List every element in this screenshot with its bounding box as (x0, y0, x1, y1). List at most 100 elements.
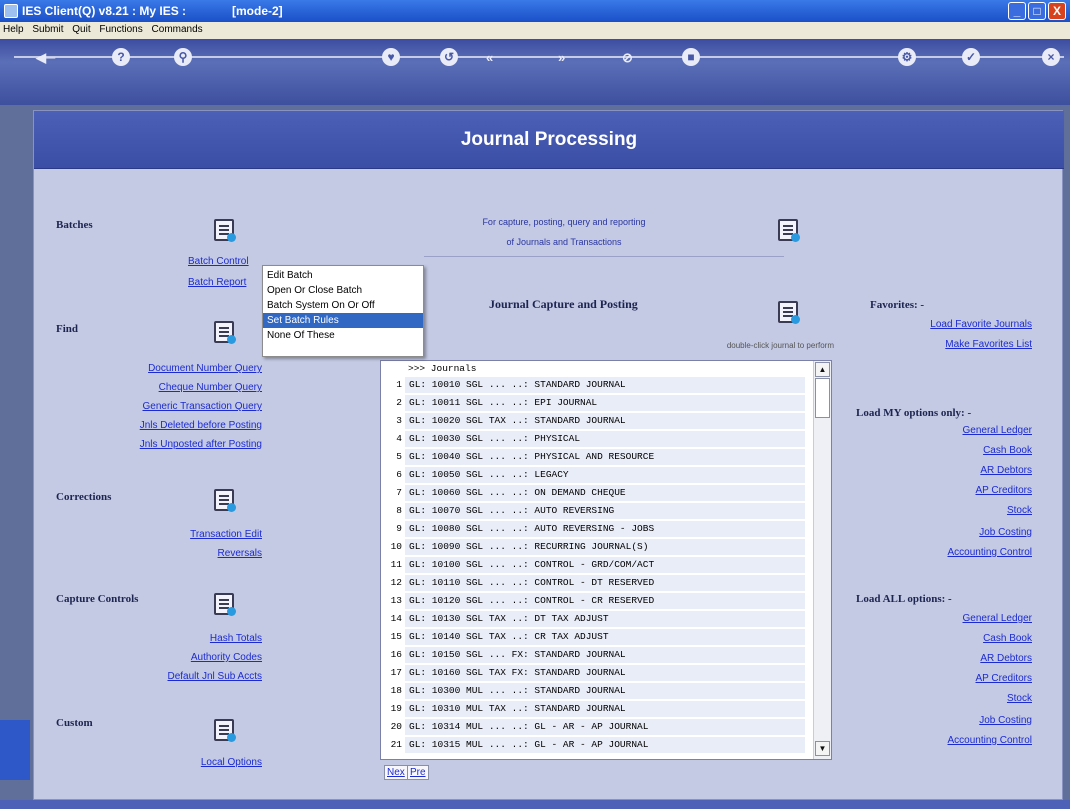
record-icon[interactable]: ■ (682, 48, 700, 66)
scroll-down-icon[interactable]: ▼ (815, 741, 830, 756)
undo-icon[interactable]: ↺ (440, 48, 458, 66)
link-generic-transaction-query[interactable]: Generic Transaction Query (143, 401, 263, 412)
journal-row[interactable]: 21 GL: 10315 MUL ... ..: GL - AR - AP JOU… (381, 737, 813, 753)
next-icon[interactable]: » (558, 50, 565, 65)
journal-row[interactable]: 4 GL: 10030 SGL ... ..: PHYSICAL (381, 431, 813, 447)
link-default-jnl-sub-accts[interactable]: Default Jnl Sub Accts (168, 671, 263, 682)
journal-row[interactable]: 12 GL: 10110 SGL ... ..: CONTROL - DT RES… (381, 575, 813, 591)
capture-controls-doc-icon[interactable] (214, 593, 236, 616)
journal-row[interactable]: 2 GL: 10011 SGL ... ..: EPI JOURNAL (381, 395, 813, 411)
link-all-stock[interactable]: Stock (1007, 693, 1032, 704)
journal-row[interactable]: 1 GL: 10010 SGL ... ..: STANDARD JOURNAL (381, 377, 813, 393)
link-all-accounting-control[interactable]: Accounting Control (948, 735, 1033, 746)
menu-commands[interactable]: Commands (149, 22, 206, 35)
link-all-job-costing[interactable]: Job Costing (979, 715, 1032, 726)
batches-doc-icon[interactable] (214, 219, 236, 242)
journal-row[interactable]: 16 GL: 10150 SGL ... FX: STANDARD JOURNAL (381, 647, 813, 663)
journal-row[interactable]: 3 GL: 10020 SGL TAX ..: STANDARD JOURNAL (381, 413, 813, 429)
journal-row[interactable]: 10 GL: 10090 SGL ... ..: RECURRING JOURNA… (381, 539, 813, 555)
link-hash-totals[interactable]: Hash Totals (210, 633, 262, 644)
prev-icon[interactable]: « (486, 50, 493, 65)
custom-doc-icon[interactable] (214, 719, 236, 742)
side-tab[interactable] (0, 720, 30, 780)
journal-row[interactable]: 5 GL: 10040 SGL ... ..: PHYSICAL AND RESO… (381, 449, 813, 465)
journal-row[interactable]: 15 GL: 10140 SGL TAX ..: CR TAX ADJUST (381, 629, 813, 645)
search-icon[interactable]: ⚲ (174, 48, 192, 66)
journal-row[interactable]: 7 GL: 10060 SGL ... ..: ON DEMAND CHEQUE (381, 485, 813, 501)
menu-functions[interactable]: Functions (96, 22, 145, 35)
context-menu: Edit Batch Open Or Close Batch Batch Sys… (262, 265, 424, 357)
menu-quit[interactable]: Quit (69, 22, 93, 35)
menu-item-edit-batch[interactable]: Edit Batch (263, 268, 423, 283)
window-mode: [mode-2] (232, 4, 283, 18)
close-icon[interactable]: × (1042, 48, 1060, 66)
journal-row[interactable]: 17 GL: 10160 SGL TAX FX: STANDARD JOURNAL (381, 665, 813, 681)
link-my-general-ledger[interactable]: General Ledger (963, 425, 1033, 436)
journal-row-number: 16 (381, 647, 405, 663)
link-jnls-unposted-after-posting[interactable]: Jnls Unposted after Posting (140, 439, 262, 450)
link-my-stock[interactable]: Stock (1007, 505, 1032, 516)
capture-doc-icon[interactable] (778, 301, 800, 324)
menu-item-batch-system-on-off[interactable]: Batch System On Or Off (263, 298, 423, 313)
link-my-job-costing[interactable]: Job Costing (979, 527, 1032, 538)
stop-icon[interactable]: ⊘ (622, 50, 633, 66)
find-doc-icon[interactable] (214, 321, 236, 344)
minimize-icon[interactable]: _ (1008, 2, 1026, 20)
menu-item-none-of-these[interactable]: None Of These (263, 328, 423, 343)
next-page-button[interactable]: Nex (384, 765, 408, 780)
corrections-doc-icon[interactable] (214, 489, 236, 512)
link-load-favorite-journals[interactable]: Load Favorite Journals (930, 319, 1032, 330)
maximize-icon[interactable]: □ (1028, 2, 1046, 20)
link-batch-control[interactable]: Batch Control (188, 256, 249, 267)
link-my-cash-book[interactable]: Cash Book (983, 445, 1032, 456)
menu-help[interactable]: Help (0, 22, 27, 35)
link-authority-codes[interactable]: Authority Codes (191, 652, 262, 663)
menu-submit[interactable]: Submit (29, 22, 66, 35)
back-icon[interactable]: ◀─ (36, 50, 55, 66)
journal-row[interactable]: 20 GL: 10314 MUL ... ..: GL - AR - AP JOU… (381, 719, 813, 735)
menu-item-set-batch-rules[interactable]: Set Batch Rules (263, 313, 423, 328)
link-jnls-deleted-before-posting[interactable]: Jnls Deleted before Posting (140, 420, 262, 431)
confirm-icon[interactable]: ✓ (962, 48, 980, 66)
journal-row[interactable]: 8 GL: 10070 SGL ... ..: AUTO REVERSING (381, 503, 813, 519)
link-my-ar-debtors[interactable]: AR Debtors (980, 465, 1032, 476)
scroll-thumb[interactable] (815, 378, 830, 418)
journal-row-number: 19 (381, 701, 405, 717)
link-all-cash-book[interactable]: Cash Book (983, 633, 1032, 644)
journal-row-number: 8 (381, 503, 405, 519)
menu-bar: Help Submit Quit Functions Commands (0, 22, 1070, 39)
journal-row-number: 13 (381, 593, 405, 609)
link-transaction-edit[interactable]: Transaction Edit (190, 529, 262, 540)
journal-list[interactable]: >>> Journals 1 GL: 10010 SGL ... ..: STAN… (380, 360, 832, 760)
journal-row[interactable]: 11 GL: 10100 SGL ... ..: CONTROL - GRD/CO… (381, 557, 813, 573)
link-my-ap-creditors[interactable]: AP Creditors (975, 485, 1032, 496)
info-doc-icon[interactable] (778, 219, 800, 242)
link-all-ap-creditors[interactable]: AP Creditors (975, 673, 1032, 684)
journal-row[interactable]: 6 GL: 10050 SGL ... ..: LEGACY (381, 467, 813, 483)
journal-row[interactable]: 13 GL: 10120 SGL ... ..: CONTROL - CR RES… (381, 593, 813, 609)
help-icon[interactable]: ? (112, 48, 130, 66)
journal-list-scrollbar[interactable]: ▲ ▼ (813, 361, 831, 759)
link-make-favorites-list[interactable]: Make Favorites List (945, 339, 1032, 350)
link-document-number-query[interactable]: Document Number Query (148, 363, 262, 374)
menu-item-open-or-close-batch[interactable]: Open Or Close Batch (263, 283, 423, 298)
link-my-accounting-control[interactable]: Accounting Control (948, 547, 1033, 558)
scroll-up-icon[interactable]: ▲ (815, 362, 830, 377)
journal-row-number: 12 (381, 575, 405, 591)
info-line-2: of Journals and Transactions (506, 237, 622, 247)
journal-row-text: GL: 10150 SGL ... FX: STANDARD JOURNAL (405, 647, 805, 663)
link-batch-report[interactable]: Batch Report (188, 277, 246, 288)
link-reversals[interactable]: Reversals (218, 548, 262, 559)
link-cheque-number-query[interactable]: Cheque Number Query (159, 382, 262, 393)
link-all-general-ledger[interactable]: General Ledger (963, 613, 1033, 624)
journal-row[interactable]: 18 GL: 10300 MUL ... ..: STANDARD JOURNAL (381, 683, 813, 699)
close-window-icon[interactable]: X (1048, 2, 1066, 20)
link-all-ar-debtors[interactable]: AR Debtors (980, 653, 1032, 664)
previous-page-button[interactable]: Pre (407, 765, 429, 780)
settings-icon[interactable]: ⚙ (898, 48, 916, 66)
favorite-icon[interactable]: ♥ (382, 48, 400, 66)
journal-row[interactable]: 19 GL: 10310 MUL TAX ..: STANDARD JOURNAL (381, 701, 813, 717)
journal-row[interactable]: 9 GL: 10080 SGL ... ..: AUTO REVERSING - … (381, 521, 813, 537)
link-local-options[interactable]: Local Options (201, 757, 262, 768)
journal-row[interactable]: 14 GL: 10130 SGL TAX ..: DT TAX ADJUST (381, 611, 813, 627)
